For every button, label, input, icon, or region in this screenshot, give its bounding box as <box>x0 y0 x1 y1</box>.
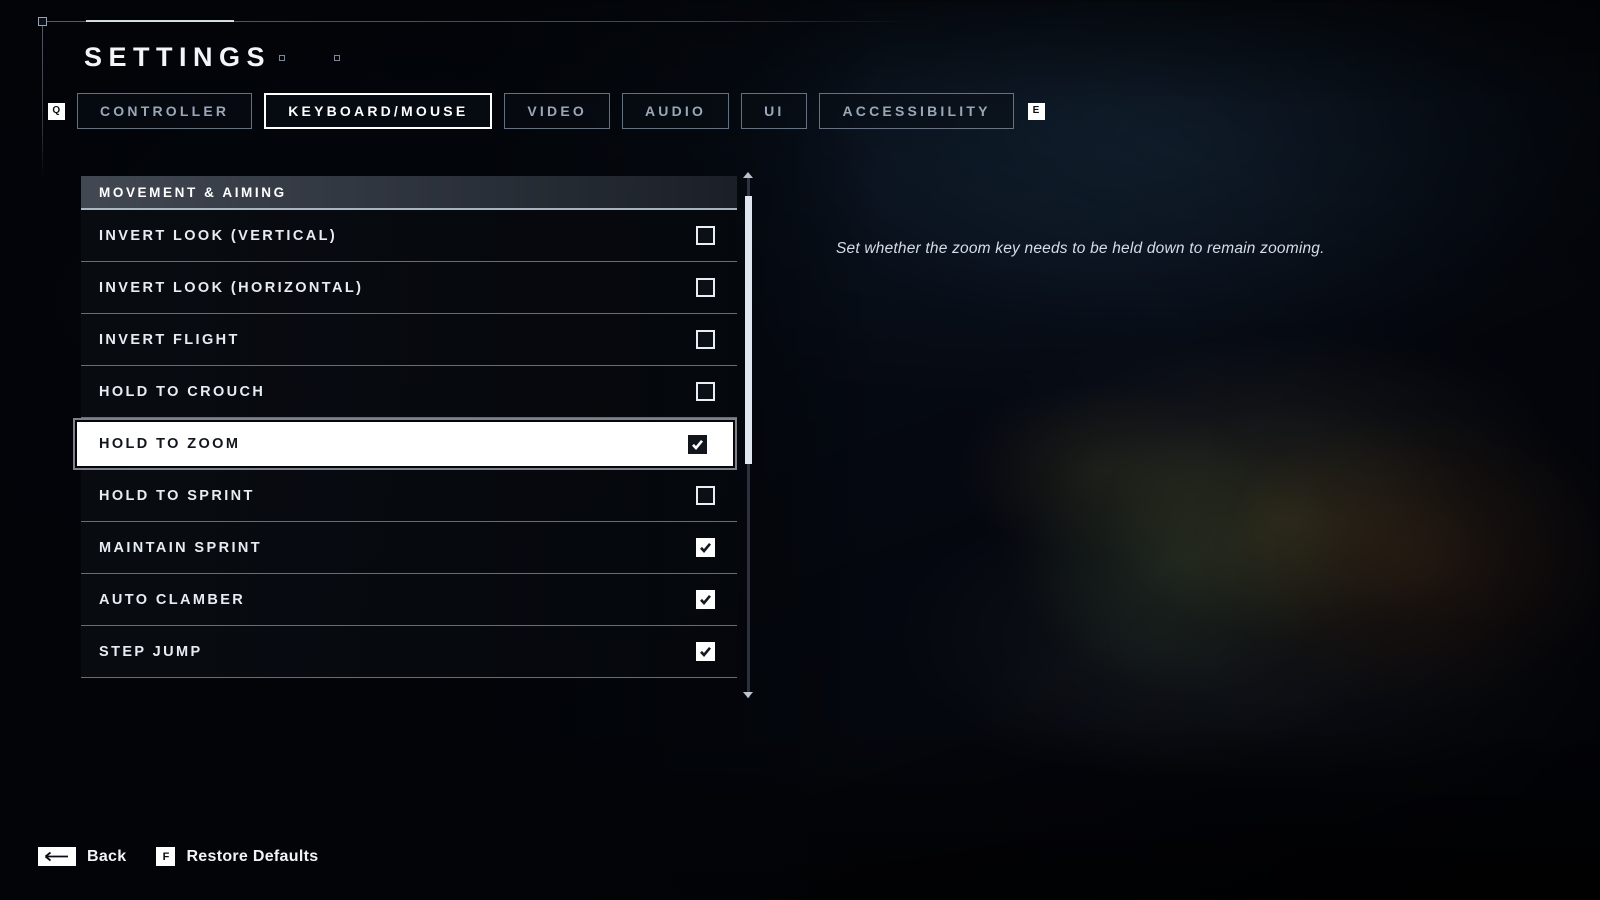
row-slot: INVERT LOOK (VERTICAL) <box>81 210 737 262</box>
row-slot: INVERT FLIGHT <box>81 314 737 366</box>
setting-checkbox[interactable] <box>696 278 715 297</box>
check-icon <box>700 542 711 553</box>
footer-action-restore-defaults[interactable]: F Restore Defaults <box>156 847 318 866</box>
check-icon <box>692 439 703 450</box>
back-arrow-key-icon <box>38 847 76 866</box>
setting-row-step-jump[interactable]: STEP JUMP <box>81 626 737 678</box>
setting-label: MAINTAIN SPRINT <box>99 539 263 556</box>
row-slot: HOLD TO ZOOM <box>73 418 737 470</box>
settings-list-panel: MOVEMENT & AIMING INVERT LOOK (VERTICAL)… <box>73 176 737 700</box>
arrow-left-icon <box>44 851 68 862</box>
settings-rows: INVERT LOOK (VERTICAL) INVERT LOOK (HORI… <box>73 210 737 678</box>
frame-horizontal-accent <box>86 20 234 22</box>
setting-checkbox[interactable] <box>696 226 715 245</box>
setting-row-hold-to-zoom[interactable]: HOLD TO ZOOM <box>73 418 737 470</box>
check-icon <box>700 594 711 605</box>
row-slot: HOLD TO SPRINT <box>81 470 737 522</box>
frame-corner-node <box>38 17 47 26</box>
tab-ui[interactable]: UI <box>741 93 808 129</box>
setting-label: STEP JUMP <box>99 643 203 660</box>
next-tab-key-badge[interactable]: E <box>1027 102 1045 120</box>
setting-checkbox[interactable] <box>688 434 707 454</box>
tab-video[interactable]: VIDEO <box>504 93 610 129</box>
settings-screen: SETTINGS Q CONTROLLER KEYBOARD/MOUSE VID… <box>0 0 1600 900</box>
setting-row-auto-clamber[interactable]: AUTO CLAMBER <box>81 574 737 626</box>
setting-row-invert-look-vertical[interactable]: INVERT LOOK (VERTICAL) <box>81 210 737 262</box>
row-slot: HOLD TO CROUCH <box>81 366 737 418</box>
title-decor-square-2 <box>334 55 340 61</box>
setting-checkbox[interactable] <box>696 642 715 661</box>
footer-label-restore-defaults: Restore Defaults <box>186 847 319 865</box>
settings-tabbar: Q CONTROLLER KEYBOARD/MOUSE VIDEO AUDIO … <box>48 93 1045 129</box>
setting-row-maintain-sprint[interactable]: MAINTAIN SPRINT <box>81 522 737 574</box>
setting-label: INVERT LOOK (VERTICAL) <box>99 227 338 244</box>
row-slot: INVERT LOOK (HORIZONTAL) <box>81 262 737 314</box>
setting-checkbox[interactable] <box>696 538 715 557</box>
setting-label: HOLD TO CROUCH <box>99 383 266 400</box>
setting-row-invert-look-horizontal[interactable]: INVERT LOOK (HORIZONTAL) <box>81 262 737 314</box>
row-slot: MAINTAIN SPRINT <box>81 522 737 574</box>
tab-accessibility[interactable]: ACCESSIBILITY <box>819 93 1014 129</box>
setting-label: HOLD TO ZOOM <box>99 436 241 452</box>
title-decor-square-1 <box>279 55 285 61</box>
scrollbar-thumb[interactable] <box>745 196 752 464</box>
page-title: SETTINGS <box>84 42 272 72</box>
setting-label: AUTO CLAMBER <box>99 591 246 608</box>
setting-label: HOLD TO SPRINT <box>99 487 255 504</box>
setting-row-hold-to-crouch[interactable]: HOLD TO CROUCH <box>81 366 737 418</box>
restore-defaults-key-badge: F <box>156 847 176 866</box>
check-icon <box>700 646 711 657</box>
tab-audio[interactable]: AUDIO <box>621 93 730 129</box>
setting-description: Set whether the zoom key needs to be hel… <box>836 240 1325 257</box>
setting-checkbox[interactable] <box>696 590 715 609</box>
setting-row-hold-to-sprint[interactable]: HOLD TO SPRINT <box>81 470 737 522</box>
setting-label: INVERT LOOK (HORIZONTAL) <box>99 279 364 296</box>
footer-label-back: Back <box>87 847 127 865</box>
footer-actions: Back F Restore Defaults <box>38 847 318 866</box>
section-header-movement-aiming: MOVEMENT & AIMING <box>81 176 737 210</box>
prev-tab-key-badge[interactable]: Q <box>48 102 65 120</box>
setting-row-invert-flight[interactable]: INVERT FLIGHT <box>81 314 737 366</box>
row-slot: AUTO CLAMBER <box>81 574 737 626</box>
scroll-down-arrow-icon[interactable] <box>743 692 753 698</box>
footer-action-back[interactable]: Back <box>38 847 126 866</box>
setting-checkbox[interactable] <box>696 486 715 505</box>
row-slot: STEP JUMP <box>81 626 737 678</box>
tab-controller[interactable]: CONTROLLER <box>77 93 253 129</box>
setting-label: INVERT FLIGHT <box>99 331 240 348</box>
setting-checkbox[interactable] <box>696 330 715 349</box>
setting-checkbox[interactable] <box>696 382 715 401</box>
frame-vertical-rule <box>42 21 43 176</box>
tab-keyboard-mouse[interactable]: KEYBOARD/MOUSE <box>264 93 493 129</box>
